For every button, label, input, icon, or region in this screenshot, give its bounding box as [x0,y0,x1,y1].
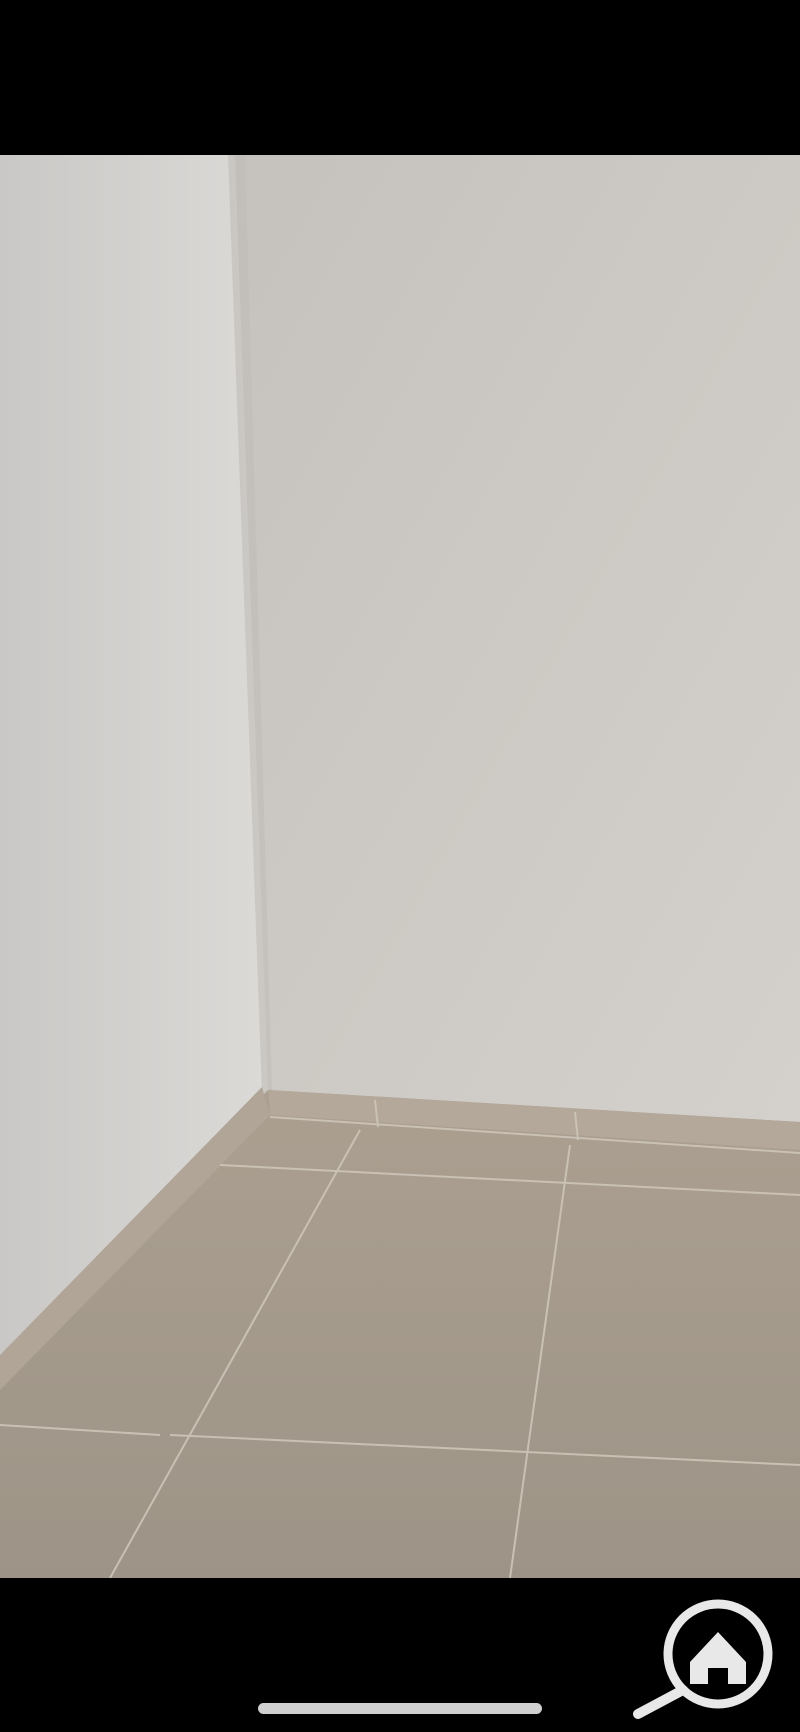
home-indicator-bar[interactable] [258,1703,542,1714]
home-search-icon [628,1592,788,1722]
room-photo[interactable] [0,155,800,1578]
room-photo-graphic [0,155,800,1578]
photo-viewer-screen [0,0,800,1732]
top-black-bar [0,0,800,155]
